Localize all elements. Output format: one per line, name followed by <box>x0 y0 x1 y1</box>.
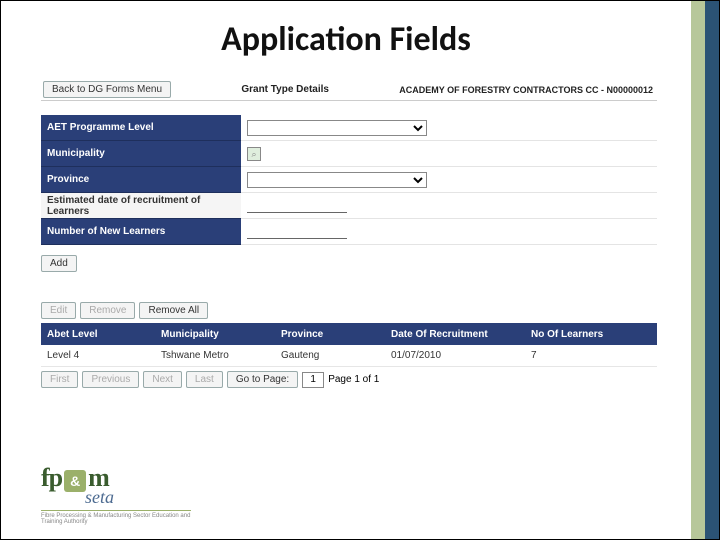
aet-level-select[interactable] <box>247 120 427 136</box>
logo-fp: fp <box>41 463 62 493</box>
first-button[interactable]: First <box>41 371 78 388</box>
col-learners: No Of Learners <box>531 329 657 340</box>
logo: fp & m seta Fibre Processing & Manufactu… <box>41 463 191 525</box>
edit-button[interactable]: Edit <box>41 302 76 319</box>
num-learners-label: Number of New Learners <box>41 219 241 245</box>
next-button[interactable]: Next <box>143 371 182 388</box>
last-button[interactable]: Last <box>186 371 223 388</box>
add-button[interactable]: Add <box>41 255 77 272</box>
logo-amp: & <box>64 470 86 492</box>
decorative-stripes <box>691 1 719 539</box>
col-municipality: Municipality <box>161 329 281 340</box>
pager: First Previous Next Last Go to Page: Pag… <box>41 371 657 388</box>
cell-province: Gauteng <box>281 350 391 361</box>
logo-tagline: Fibre Processing & Manufacturing Sector … <box>41 510 191 525</box>
cell-learners: 7 <box>531 350 657 361</box>
goto-page-input[interactable] <box>302 372 324 388</box>
col-date: Date Of Recruitment <box>391 329 531 340</box>
table-row[interactable]: Level 4 Tshwane Metro Gauteng 01/07/2010… <box>41 345 657 367</box>
panel-title: Grant Type Details <box>171 84 399 95</box>
cell-muni: Tshwane Metro <box>161 350 281 361</box>
cell-abet: Level 4 <box>41 350 161 361</box>
cell-date: 01/07/2010 <box>391 350 531 361</box>
goto-page-button[interactable]: Go to Page: <box>227 371 298 388</box>
org-name: ACADEMY OF FORESTRY CONTRACTORS CC - N00… <box>399 85 657 95</box>
aet-level-label: AET Programme Level <box>41 115 241 141</box>
province-select[interactable] <box>247 172 427 188</box>
top-bar: Back to DG Forms Menu Grant Type Details… <box>41 79 657 101</box>
num-learners-input[interactable] <box>247 225 347 239</box>
grid-toolbar: Edit Remove Remove All <box>41 302 657 319</box>
form-section: AET Programme Level Municipality ⌕ Provi… <box>41 115 657 245</box>
grid-header: Abet Level Municipality Province Date Of… <box>41 323 657 345</box>
page-indicator: Page 1 of 1 <box>328 374 379 385</box>
municipality-picker-icon[interactable]: ⌕ <box>247 147 261 161</box>
remove-all-button[interactable]: Remove All <box>139 302 208 319</box>
province-label: Province <box>41 167 241 193</box>
recruitment-date-label: Estimated date of recruitment of Learner… <box>41 193 241 219</box>
col-abet-level: Abet Level <box>41 329 161 340</box>
col-province: Province <box>281 329 391 340</box>
screenshot-panel: Back to DG Forms Menu Grant Type Details… <box>41 79 657 459</box>
recruitment-date-input[interactable] <box>247 199 347 213</box>
logo-seta: seta <box>85 487 191 508</box>
back-button[interactable]: Back to DG Forms Menu <box>43 81 171 98</box>
municipality-label: Municipality <box>41 141 241 167</box>
page-title: Application Fields <box>1 19 691 60</box>
previous-button[interactable]: Previous <box>82 371 139 388</box>
remove-button[interactable]: Remove <box>80 302 135 319</box>
